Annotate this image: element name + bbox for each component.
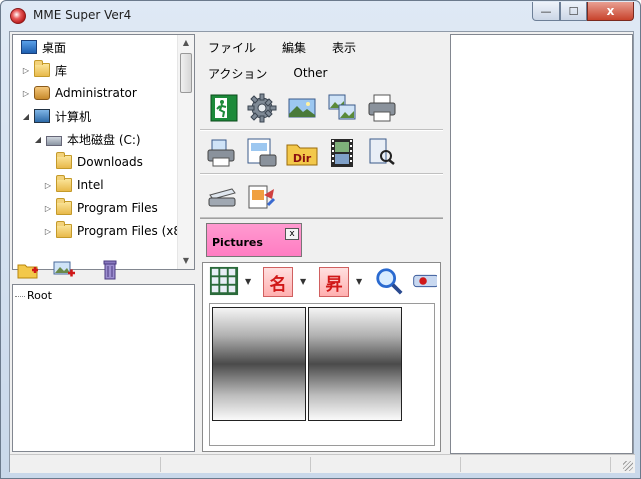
tree-item-program-files[interactable]: ▷ Program Files <box>43 197 158 219</box>
collapse-arrow-icon[interactable]: ◢ <box>21 112 31 121</box>
search-document-icon[interactable] <box>366 137 398 169</box>
expand-arrow-icon[interactable]: ▷ <box>43 204 53 213</box>
dir-label: Dir <box>293 152 312 165</box>
tab-close-icon[interactable]: x <box>285 228 299 240</box>
tree-item-local-disk[interactable]: ◢ 本地磁盘 (C:) <box>33 128 141 150</box>
exit-icon[interactable] <box>208 92 240 124</box>
status-divider <box>610 457 611 472</box>
folder-icon <box>56 221 72 238</box>
tree-item-administrator[interactable]: ▷ Administrator <box>21 82 137 104</box>
status-divider <box>460 457 461 472</box>
image-gallery-icon[interactable] <box>326 92 358 124</box>
tab-label: Pictures <box>212 236 263 249</box>
directory-icon[interactable]: Dir <box>286 137 318 169</box>
toolbar-row-3 <box>200 174 443 218</box>
menu-file[interactable]: ファイル <box>208 39 256 56</box>
scanner-icon[interactable] <box>206 181 238 213</box>
expand-arrow-icon[interactable]: ▷ <box>43 227 53 236</box>
folder-icon <box>56 175 72 192</box>
tree-root-node[interactable]: Root <box>15 289 52 302</box>
tree-item-label: 库 <box>55 63 68 78</box>
folder-icon <box>56 152 72 169</box>
add-image-icon[interactable] <box>52 258 76 280</box>
landscape-image-icon[interactable] <box>286 92 318 124</box>
expand-arrow-icon[interactable]: ▷ <box>43 181 53 190</box>
trash-icon[interactable] <box>98 258 122 280</box>
preview-panel[interactable] <box>450 34 633 454</box>
menu-other[interactable]: Other <box>293 66 327 80</box>
root-tree[interactable]: Root <box>12 284 195 452</box>
film-strip-icon[interactable] <box>326 137 358 169</box>
expand-arrow-icon[interactable]: ▷ <box>21 89 31 98</box>
collapse-arrow-icon[interactable]: ◢ <box>33 135 43 144</box>
picture-viewer: ▼ 名 ▼ 昇 ▼ <box>202 262 441 452</box>
print-layout-icon[interactable] <box>246 137 278 169</box>
title-bar[interactable]: MME Super Ver4 — ☐ x <box>1 1 640 31</box>
scroll-up-arrow-icon[interactable]: ▲ <box>178 35 194 51</box>
dropdown-arrow-icon[interactable]: ▼ <box>300 277 306 286</box>
image-thumbnail[interactable] <box>212 307 306 421</box>
new-folder-icon[interactable] <box>16 258 40 280</box>
user-folder-icon <box>34 86 50 100</box>
scroll-down-arrow-icon[interactable]: ▼ <box>178 253 194 269</box>
tree-item-downloads[interactable]: Downloads <box>43 151 143 173</box>
menu-action[interactable]: アクション <box>208 65 267 82</box>
folder-icon <box>56 198 72 215</box>
tree-scrollbar[interactable]: ▲ ▼ <box>177 35 194 269</box>
tree-item-label: 本地磁盘 (C:) <box>67 132 141 147</box>
printer-icon[interactable] <box>366 92 398 124</box>
tree-item-label: Intel <box>77 178 104 192</box>
main-window: MME Super Ver4 — ☐ x 桌面 ▷ 库 ▷ Administra… <box>0 0 641 479</box>
scrollbar-thumb[interactable] <box>180 53 192 93</box>
tab-pictures[interactable]: Pictures x <box>206 223 302 257</box>
tree-item-label: 计算机 <box>55 109 92 124</box>
toolbar-row-2: Dir <box>200 130 443 174</box>
menu-edit[interactable]: 編集 <box>282 39 306 56</box>
status-divider <box>310 457 311 472</box>
tree-item-program-files-x86[interactable]: ▷ Program Files (x86 <box>43 220 189 242</box>
tree-item-label: Downloads <box>77 155 143 169</box>
tree-item-desktop[interactable]: 桌面 <box>21 36 66 58</box>
menu-bar-row2: アクション Other <box>200 60 345 86</box>
slideshow-record-icon[interactable] <box>411 266 437 296</box>
thumbnail-grid-icon[interactable] <box>208 266 240 296</box>
thumbnail-area[interactable] <box>209 303 435 446</box>
client-area: 桌面 ▷ 库 ▷ Administrator ◢ 计算机 ◢ 本地磁盘 (C:) <box>9 31 635 473</box>
tree-item-label: Program Files (x86 <box>77 224 189 238</box>
export-image-icon[interactable] <box>246 181 278 213</box>
folder-tree[interactable]: 桌面 ▷ 库 ▷ Administrator ◢ 计算机 ◢ 本地磁盘 (C:) <box>12 34 195 270</box>
zoom-magnifier-icon[interactable] <box>373 266 405 296</box>
tree-item-computer[interactable]: ◢ 计算机 <box>21 105 91 127</box>
dropdown-arrow-icon[interactable]: ▼ <box>356 277 362 286</box>
tree-item-library[interactable]: ▷ 库 <box>21 59 67 81</box>
status-divider <box>160 457 161 472</box>
minimize-button[interactable]: — <box>532 2 560 21</box>
status-bar <box>10 454 635 473</box>
expand-arrow-icon[interactable]: ▷ <box>21 66 31 75</box>
app-logo-icon <box>10 8 26 24</box>
dropdown-arrow-icon[interactable]: ▼ <box>245 277 251 286</box>
sort-ascending-button[interactable]: 昇 <box>319 267 349 297</box>
print-preview-icon[interactable] <box>206 137 238 169</box>
tree-item-intel[interactable]: ▷ Intel <box>43 174 104 196</box>
settings-gear-icon[interactable] <box>246 92 278 124</box>
menu-view[interactable]: 表示 <box>332 39 356 56</box>
tab-strip: Pictures x <box>200 218 443 258</box>
tree-item-label: Program Files <box>77 201 158 215</box>
computer-icon <box>34 109 50 123</box>
resize-grip-icon[interactable] <box>623 461 633 471</box>
close-button[interactable]: x <box>587 2 634 21</box>
window-title: MME Super Ver4 <box>33 8 132 22</box>
tree-item-label: Administrator <box>55 86 137 100</box>
desktop-icon <box>21 40 37 54</box>
library-folder-icon <box>34 60 50 77</box>
menu-bar-row1: ファイル 編集 表示 <box>200 34 374 60</box>
tree-item-label: 桌面 <box>42 40 67 55</box>
tool-panel: ファイル 編集 表示 アクション Other Dir Pictures x ▼ … <box>200 34 443 454</box>
drive-icon <box>46 136 62 146</box>
toolbar-row-1 <box>200 86 443 130</box>
image-thumbnail[interactable] <box>308 307 402 421</box>
sort-by-name-button[interactable]: 名 <box>263 267 293 297</box>
maximize-button[interactable]: ☐ <box>560 2 587 21</box>
